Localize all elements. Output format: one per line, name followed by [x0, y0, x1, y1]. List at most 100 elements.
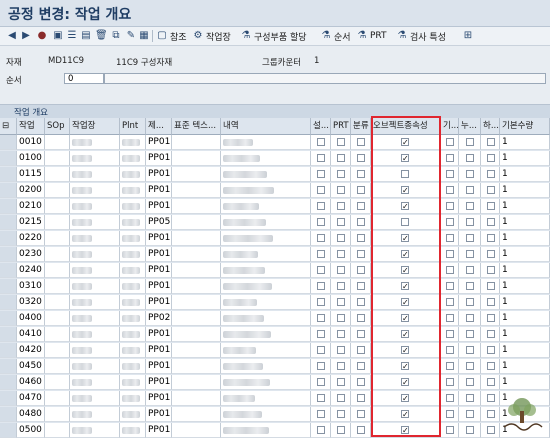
checkbox[interactable] [357, 154, 365, 162]
checkbox[interactable] [317, 362, 325, 370]
table-row[interactable]: 0010 PP01 1 [0, 135, 550, 150]
checkbox[interactable] [466, 170, 474, 178]
hierarchy-icon[interactable]: ⊞ [462, 28, 474, 44]
checkbox[interactable] [466, 330, 474, 338]
select-icon[interactable]: ▦ [138, 28, 150, 44]
table-row[interactable]: 0200 PP01 1 [0, 183, 550, 198]
checkbox[interactable] [446, 426, 454, 434]
col-selector[interactable] [0, 295, 17, 310]
checkbox[interactable] [317, 282, 325, 290]
col-selector[interactable] [0, 151, 17, 166]
checkbox[interactable] [486, 346, 495, 354]
checkbox[interactable] [446, 202, 454, 210]
checkbox[interactable] [446, 234, 454, 242]
col-basic-header[interactable]: 기... [441, 118, 459, 135]
table-row[interactable]: 0220 PP01 1 [0, 231, 550, 246]
checkbox[interactable] [466, 378, 474, 386]
inspection-characteristics-button[interactable]: ⚗ 검사 특성 [396, 28, 446, 44]
checkbox[interactable] [446, 266, 454, 274]
checkbox[interactable] [401, 392, 409, 405]
checkbox[interactable] [401, 280, 409, 293]
checkbox[interactable] [401, 218, 409, 226]
checkbox[interactable] [486, 186, 495, 194]
checkbox[interactable] [357, 218, 365, 226]
checkbox[interactable] [401, 296, 409, 309]
forward-arrow-icon[interactable]: ▶ [20, 28, 32, 44]
checkbox[interactable] [357, 170, 365, 178]
checkbox[interactable] [486, 250, 495, 258]
checkbox[interactable] [401, 248, 409, 261]
checkbox[interactable] [337, 298, 345, 306]
checkbox[interactable] [486, 154, 495, 162]
col-selector[interactable] [0, 215, 17, 230]
checkbox[interactable] [401, 344, 409, 357]
checkbox[interactable] [486, 314, 495, 322]
checkbox[interactable] [357, 426, 365, 434]
checkbox[interactable] [337, 330, 345, 338]
checkbox[interactable] [466, 154, 474, 162]
col-cumulative-header[interactable]: 누... [459, 118, 481, 135]
checkbox[interactable] [317, 426, 325, 434]
checkbox[interactable] [337, 282, 345, 290]
checkbox[interactable] [317, 346, 325, 354]
checkbox[interactable] [486, 394, 495, 402]
checkbox[interactable] [401, 408, 409, 421]
table-row[interactable]: 0215 PP05 1 [0, 215, 550, 230]
checkbox[interactable] [317, 298, 325, 306]
checkbox[interactable] [337, 266, 345, 274]
checkbox[interactable] [337, 346, 345, 354]
checkbox[interactable] [466, 218, 474, 226]
checkbox[interactable] [357, 410, 365, 418]
col-classification-header[interactable]: 분류 [351, 118, 371, 135]
col-selector[interactable] [0, 391, 17, 406]
col-selector[interactable] [0, 343, 17, 358]
checkbox[interactable] [466, 346, 474, 354]
checkbox[interactable] [317, 266, 325, 274]
checkbox[interactable] [317, 394, 325, 402]
col-selector[interactable] [0, 407, 17, 422]
checkbox[interactable] [337, 138, 345, 146]
checkbox[interactable] [466, 426, 474, 434]
checkbox[interactable] [337, 378, 345, 386]
checkbox[interactable] [337, 218, 345, 226]
checkbox[interactable] [357, 282, 365, 290]
col-description-header[interactable]: 내역 [221, 118, 311, 135]
checkbox[interactable] [317, 378, 325, 386]
glasses-icon[interactable]: ● [36, 28, 48, 44]
checkbox[interactable] [317, 154, 325, 162]
checkbox[interactable] [446, 218, 454, 226]
sequence-field[interactable]: 0 [64, 73, 104, 84]
table-row[interactable]: 0460 PP01 1 [0, 375, 550, 390]
col-selector[interactable] [0, 311, 17, 326]
checkbox[interactable] [466, 266, 474, 274]
reference-button[interactable]: ▢ 참조 [156, 28, 186, 44]
checkbox[interactable] [466, 250, 474, 258]
checkbox[interactable] [317, 330, 325, 338]
checkbox[interactable] [446, 410, 454, 418]
checkbox[interactable] [486, 330, 495, 338]
checkbox[interactable] [401, 200, 409, 213]
checkbox[interactable] [446, 314, 454, 322]
col-selector[interactable] [0, 199, 17, 214]
create-icon[interactable]: ▤ [80, 28, 92, 44]
save-icon[interactable]: ▣ [52, 28, 64, 44]
checkbox[interactable] [337, 170, 345, 178]
checkbox[interactable] [401, 328, 409, 341]
checkbox[interactable] [466, 186, 474, 194]
col-plant-header[interactable]: Plnt [120, 118, 146, 135]
col-selector[interactable] [0, 263, 17, 278]
checkbox[interactable] [446, 330, 454, 338]
checkbox[interactable] [317, 186, 325, 194]
checkbox[interactable] [337, 154, 345, 162]
checkbox[interactable] [337, 202, 345, 210]
col-selector[interactable] [0, 135, 17, 150]
checkbox[interactable] [357, 314, 365, 322]
checkbox[interactable] [337, 410, 345, 418]
work-center-button[interactable]: ⚙ 작업장 [192, 28, 231, 44]
checkbox[interactable] [486, 218, 495, 226]
checkbox[interactable] [357, 362, 365, 370]
checkbox[interactable] [401, 136, 409, 149]
col-selector[interactable] [0, 423, 17, 438]
col-prt-header[interactable]: PRT [331, 118, 351, 135]
checkbox[interactable] [466, 234, 474, 242]
